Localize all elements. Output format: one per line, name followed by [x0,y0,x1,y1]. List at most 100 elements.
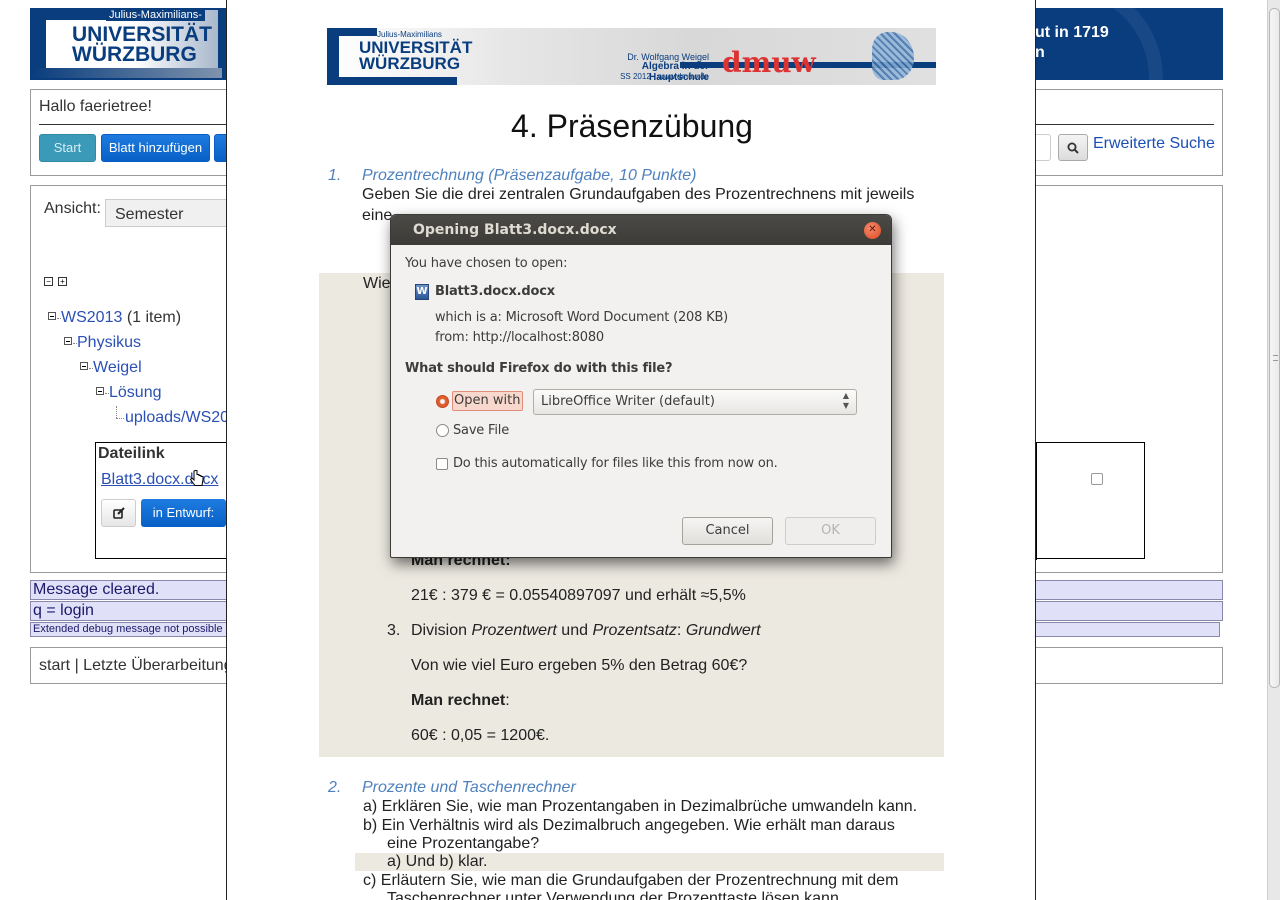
header-tagline-line1: ut in 1719 [1035,24,1109,41]
open-with-radio[interactable] [436,395,449,408]
answer-text: a) Und b) klar. [387,853,488,870]
header-tagline-line2: n [1035,44,1045,61]
auto-action-label[interactable]: Do this automatically for files like thi… [453,456,778,471]
question-number: 2. [328,779,342,796]
edit-icon [112,507,125,519]
tree-item-count: (1 item) [126,309,182,326]
logo-line1: UNIVERSITÄT [72,23,213,46]
text-span: : [676,622,686,639]
banner-bar [327,77,457,85]
tree-connector [116,418,124,419]
tree-item-loesung[interactable]: Lösung [109,384,162,402]
footer-text: start | Letzte Überarbeitung [39,657,233,674]
text-span: und [556,622,593,639]
university-logo[interactable]: Julius-Maximilians- UNIVERSITÄT WÜRZBURG [30,8,222,80]
logo-line2: WÜRZBURG [72,43,197,66]
question-text: Taschenrechner unter Verwendung der Proz… [387,890,844,900]
edit-button[interactable] [101,499,136,527]
text-span: Grundwert [685,622,761,639]
course-banner: Julius-Maximilians UNIVERSITÄT WÜRZBURG … [327,28,936,85]
text-span: Prozentsatz [592,622,677,639]
start-button[interactable]: Start [39,134,96,162]
open-with-label[interactable]: Open with [452,391,523,411]
scrollbar-thumb[interactable] [1269,8,1280,688]
collapse-all-button[interactable]: − [44,277,53,286]
question-text: Geben Sie die drei zentralen Grundaufgab… [362,186,915,203]
question-text: eine Prozentangabe? [387,835,540,852]
file-source: from: http://localhost:8080 [435,330,605,345]
tree-collapse-icon[interactable] [96,387,104,395]
tree-item-ws2013[interactable]: WS2013 (1 item) [61,309,181,327]
application-select[interactable]: LibreOffice Writer (default) ▲ ▼ [533,389,857,415]
question-text: eine [362,207,393,224]
add-sheet-button[interactable]: Blatt hinzufügen [101,134,210,162]
search-icon [1067,142,1079,154]
tree-collapse-icon[interactable] [64,337,72,345]
tree-item-label[interactable]: WS2013 [61,309,122,326]
dialog-intro: You have chosen to open: [405,256,568,271]
spinner-arrows-icon: ▲ ▼ [842,391,849,410]
close-button[interactable]: ✕ [864,222,881,239]
globe-icon [872,32,914,80]
column-divider [1036,443,1037,560]
banner-uni-line2: WÜRZBURG [359,54,461,73]
file-type: which is a: Microsoft Word Document (208… [435,310,729,325]
view-select[interactable]: Semester [105,199,230,227]
question-text: c) Erläutern Sie, wie man die Grundaufga… [363,872,899,889]
hand-cursor-icon [190,470,204,486]
open-file-dialog: Opening Blatt3.docx.docx ✕ You have chos… [390,214,892,558]
grip-icon [1273,355,1278,361]
text-span: : [505,692,510,709]
logo-small-text: Julius-Maximilians- [106,9,205,21]
cancel-button[interactable]: Cancel [682,517,773,545]
tree-connector [116,406,117,418]
answer-text: Wie [363,275,391,292]
tree-item-physikus[interactable]: Physikus [77,334,141,352]
text-span: Man rechnet [411,692,506,709]
dialog-title: Opening Blatt3.docx.docx [391,215,891,245]
calculation: 21€ : 379 € = 0.05540897097 und erhält ≈… [411,587,746,604]
greeting-text: Hallo faerietree! [39,98,152,115]
text-span: Division [411,622,472,639]
header-tagline: ut in 1719 n [1035,23,1109,63]
expand-all-button[interactable]: + [58,277,67,286]
select-checkbox[interactable] [1091,473,1103,485]
dialog-question: What should Firefox do with this file? [405,361,673,376]
selected-application: LibreOffice Writer (default) [541,394,715,409]
question-text: a) Erklären Sie, wie man Prozentangaben … [363,798,918,815]
tree-item-weigel[interactable]: Weigel [93,359,142,377]
banner-term: SS 2012 · www.dmuw.de [620,72,709,81]
logo-bar [32,10,107,20]
dmuw-logo: dmuw [722,46,816,79]
word-document-icon: W [415,284,429,300]
tree-collapse-icon[interactable] [48,312,56,320]
question-number: 1. [328,167,342,184]
close-icon: ✕ [868,224,877,235]
document-title: 4. Präsenzübung [511,108,753,144]
open-with-text: Open with [454,393,521,408]
ok-button[interactable]: OK [785,517,876,545]
save-file-radio[interactable] [436,424,449,437]
auto-action-checkbox[interactable] [436,458,448,470]
question-title: Prozentrechnung (Präsenzaufgabe, 10 Punk… [362,167,697,184]
task-description: Division Prozentwert und Prozentsatz: Gr… [411,622,761,640]
question-text: Von wie viel Euro ergeben 5% den Betrag … [411,657,748,674]
list-number: 3. [387,622,401,639]
save-file-label[interactable]: Save File [453,423,509,438]
page-scrollbar[interactable] [1267,0,1280,900]
question-title: Prozente und Taschenrechner [362,779,576,796]
draft-button[interactable]: in Entwurf: [141,499,226,527]
view-label: Ansicht: [44,200,101,217]
file-link-title: Dateilink [98,445,165,462]
logo-bar [32,68,222,78]
calculation: 60€ : 0,05 = 1200€. [411,727,550,744]
answer-text: Man rechnet: [411,692,510,710]
question-text: b) Ein Verhältnis wird als Dezimalbruch … [363,817,895,834]
tree-item-upload-path[interactable]: uploads/WS20 [125,409,229,427]
banner-bar [327,28,377,36]
text-span: Prozentwert [471,622,557,639]
file-name: Blatt3.docx.docx [435,284,555,299]
advanced-search-link[interactable]: Erweiterte Suche [1093,135,1215,153]
tree-collapse-icon[interactable] [80,362,88,370]
search-button[interactable] [1058,134,1088,161]
